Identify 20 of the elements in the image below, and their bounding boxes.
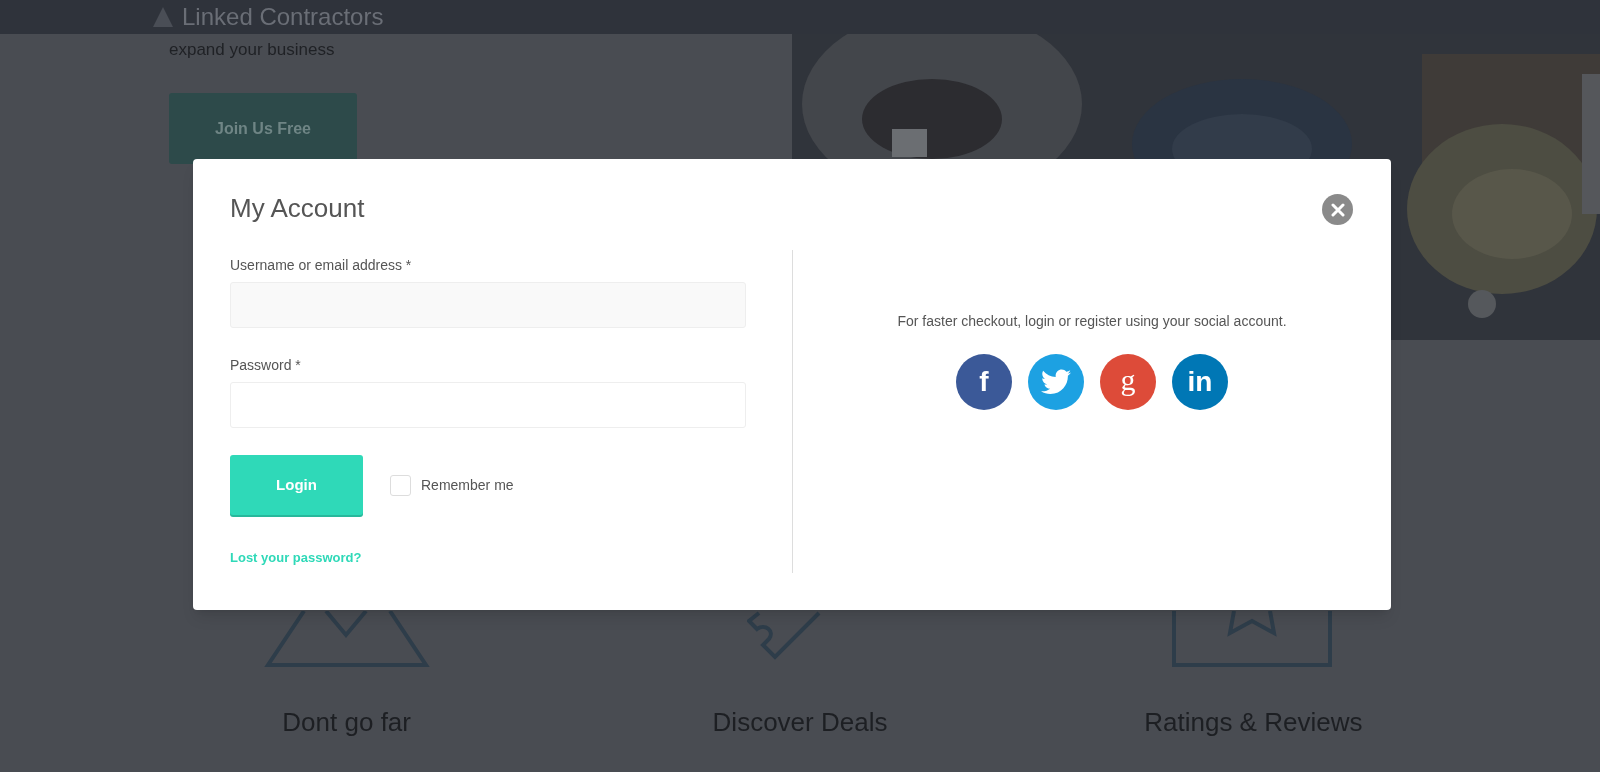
lost-password-link[interactable]: Lost your password?: [230, 548, 362, 568]
close-button[interactable]: [1322, 194, 1353, 225]
logo-text[interactable]: Linked Contractors: [182, 2, 384, 32]
mountain-icon: [263, 611, 430, 669]
login-button[interactable]: Login: [230, 455, 363, 515]
twitter-button[interactable]: [1028, 354, 1084, 410]
logo-icon: [152, 5, 174, 29]
linkedin-button[interactable]: in: [1172, 354, 1228, 410]
google-button[interactable]: g: [1100, 354, 1156, 410]
field-label: Password *: [230, 356, 302, 375]
field-label: Username or email address *: [230, 256, 413, 275]
join-button[interactable]: Join Us Free: [169, 93, 357, 164]
social-login-text: For faster checkout, login or register using your social account.: [896, 312, 1288, 331]
tag-icon: [747, 611, 823, 661]
close-icon: [1330, 202, 1345, 217]
remember-label: Remember me: [421, 475, 514, 495]
remember-checkbox[interactable]: [390, 474, 411, 496]
bird-icon: [1041, 369, 1071, 395]
facebook-button[interactable]: f: [956, 354, 1012, 410]
modal-title: My Account: [230, 192, 365, 224]
